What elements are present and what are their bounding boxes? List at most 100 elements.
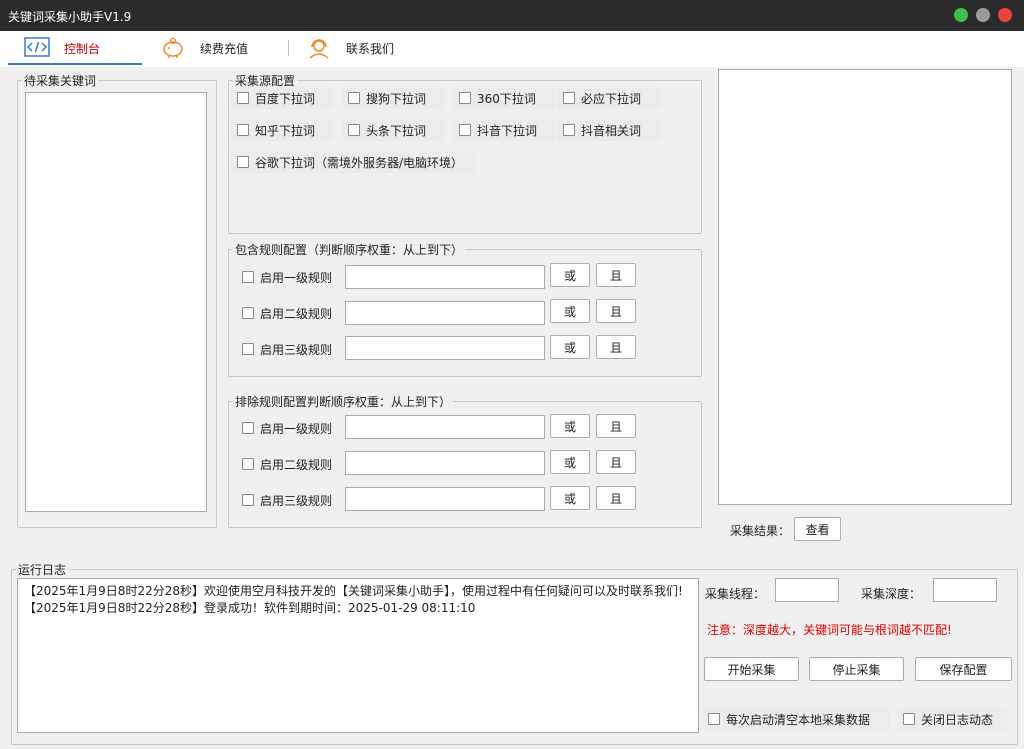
exclude-rule-2-checkbox[interactable]: 启用二级规则 bbox=[236, 453, 332, 475]
tab-console[interactable]: 控制台 bbox=[24, 31, 100, 65]
source-google-checkbox[interactable]: 谷歌下拉词（需境外服务器/电脑环境） bbox=[231, 151, 475, 173]
checkbox-box[interactable] bbox=[237, 92, 249, 104]
checkbox-box[interactable] bbox=[242, 343, 254, 355]
results-label: 采集结果： bbox=[730, 524, 791, 538]
checkbox-label: 启用一级规则 bbox=[260, 421, 333, 436]
checkbox-box[interactable] bbox=[242, 494, 254, 506]
exclude-rule-2-or-button[interactable]: 或 bbox=[550, 450, 590, 474]
checkbox-box[interactable] bbox=[348, 124, 360, 136]
include-rule-2-and-button[interactable]: 且 bbox=[596, 299, 636, 323]
include-rule-3-input[interactable] bbox=[345, 336, 545, 360]
results-listbox[interactable] bbox=[718, 69, 1012, 505]
include-rule-1-input[interactable] bbox=[345, 265, 545, 289]
stop-collect-button[interactable]: 停止采集 bbox=[809, 657, 904, 681]
checkbox-label: 启用二级规则 bbox=[260, 457, 333, 472]
include-rule-1-or-button[interactable]: 或 bbox=[550, 263, 590, 287]
close-log-activity-checkbox[interactable]: 关闭日志动态 bbox=[897, 708, 1007, 730]
source-zhihu-checkbox[interactable]: 知乎下拉词 bbox=[231, 119, 333, 141]
include-rule-3-or-button[interactable]: 或 bbox=[550, 335, 590, 359]
exclude-rule-3-input[interactable] bbox=[345, 487, 545, 511]
checkbox-label: 搜狗下拉词 bbox=[366, 91, 427, 106]
include-rule-2-input[interactable] bbox=[345, 301, 545, 325]
checkbox-label: 启用三级规则 bbox=[260, 342, 333, 357]
checkbox-box[interactable] bbox=[563, 124, 575, 136]
checkbox-label: 抖音相关词 bbox=[581, 123, 642, 138]
threads-label: 采集线程： bbox=[705, 587, 766, 601]
checkbox-box[interactable] bbox=[242, 422, 254, 434]
title-bar: 关键词采集小助手V1.9 bbox=[0, 0, 1024, 31]
depth-input[interactable] bbox=[933, 578, 997, 602]
include-rule-3-checkbox[interactable]: 启用三级规则 bbox=[236, 338, 332, 360]
checkbox-box[interactable] bbox=[459, 92, 471, 104]
checkbox-label: 谷歌下拉词（需境外服务器/电脑环境） bbox=[255, 155, 464, 170]
piggy-bank-icon bbox=[163, 37, 183, 58]
checkbox-label: 抖音下拉词 bbox=[477, 123, 538, 138]
checkbox-label: 360下拉词 bbox=[477, 91, 536, 106]
checkbox-label: 必应下拉词 bbox=[581, 91, 642, 106]
checkbox-box[interactable] bbox=[348, 92, 360, 104]
checkbox-box[interactable] bbox=[563, 92, 575, 104]
source-toutiao-checkbox[interactable]: 头条下拉词 bbox=[342, 119, 444, 141]
tab-contact[interactable]: 联系我们 bbox=[306, 31, 394, 65]
source-360-checkbox[interactable]: 360下拉词 bbox=[453, 87, 555, 109]
main-panel: 待采集关键词 采集源配置 百度下拉词 搜狗下拉词 360下拉词 必应下拉词 知乎… bbox=[0, 67, 1024, 749]
exclude-rules-title: 排除规则配置判断顺序权重：从上到下） bbox=[235, 395, 452, 409]
checkbox-label: 头条下拉词 bbox=[366, 123, 427, 138]
source-douyin-checkbox[interactable]: 抖音下拉词 bbox=[453, 119, 555, 141]
start-collect-button[interactable]: 开始采集 bbox=[704, 657, 799, 681]
checkbox-box[interactable] bbox=[242, 458, 254, 470]
checkbox-box[interactable] bbox=[237, 124, 249, 136]
include-rule-2-or-button[interactable]: 或 bbox=[550, 299, 590, 323]
checkbox-box[interactable] bbox=[708, 713, 720, 725]
log-group-title: 运行日志 bbox=[18, 563, 67, 577]
clear-data-on-start-checkbox[interactable]: 每次启动清空本地采集数据 bbox=[702, 708, 890, 730]
tab-console-label: 控制台 bbox=[64, 41, 101, 56]
include-rule-3-and-button[interactable]: 且 bbox=[596, 335, 636, 359]
include-rule-1-checkbox[interactable]: 启用一级规则 bbox=[236, 266, 332, 288]
checkbox-box[interactable] bbox=[459, 124, 471, 136]
support-agent-icon bbox=[309, 39, 329, 59]
depth-warning: 注意：深度越大，关键词可能与根词越不匹配! bbox=[707, 623, 952, 637]
exclude-rule-1-checkbox[interactable]: 启用一级规则 bbox=[236, 417, 332, 439]
checkbox-label: 每次启动清空本地采集数据 bbox=[726, 712, 871, 727]
source-baidu-checkbox[interactable]: 百度下拉词 bbox=[231, 87, 333, 109]
exclude-rule-1-and-button[interactable]: 且 bbox=[596, 414, 636, 438]
exclude-rule-2-and-button[interactable]: 且 bbox=[596, 450, 636, 474]
log-textbox[interactable]: 【2025年1月9日8时22分28秒】欢迎使用空月科技开发的【关键词采集小助手】… bbox=[17, 578, 699, 733]
exclude-rule-3-and-button[interactable]: 且 bbox=[596, 486, 636, 510]
exclude-rule-3-checkbox[interactable]: 启用三级规则 bbox=[236, 489, 332, 511]
minimize-button[interactable] bbox=[976, 8, 990, 22]
menu-bar: 控制台 续费充值 联系我们 bbox=[0, 31, 1024, 67]
tab-recharge[interactable]: 续费充值 bbox=[160, 31, 248, 65]
keywords-textarea[interactable] bbox=[25, 92, 207, 512]
checkbox-box[interactable] bbox=[242, 307, 254, 319]
exclude-rule-3-or-button[interactable]: 或 bbox=[550, 486, 590, 510]
exclude-rule-2-input[interactable] bbox=[345, 451, 545, 475]
source-sogou-checkbox[interactable]: 搜狗下拉词 bbox=[342, 87, 444, 109]
checkbox-label: 关闭日志动态 bbox=[921, 712, 994, 727]
threads-input[interactable] bbox=[775, 578, 839, 602]
window-title: 关键词采集小助手V1.9 bbox=[8, 10, 132, 24]
checkbox-box[interactable] bbox=[242, 271, 254, 283]
log-line: 【2025年1月9日8时22分28秒】欢迎使用空月科技开发的【关键词采集小助手】… bbox=[24, 584, 683, 598]
tab-recharge-label: 续费充值 bbox=[200, 41, 249, 56]
exclude-rule-1-or-button[interactable]: 或 bbox=[550, 414, 590, 438]
tab-contact-label: 联系我们 bbox=[346, 41, 395, 56]
include-rule-1-and-button[interactable]: 且 bbox=[596, 263, 636, 287]
checkbox-label: 启用三级规则 bbox=[260, 493, 333, 508]
close-button[interactable] bbox=[998, 8, 1012, 22]
maximize-button[interactable] bbox=[954, 8, 968, 22]
checkbox-label: 启用二级规则 bbox=[260, 306, 333, 321]
save-config-button[interactable]: 保存配置 bbox=[915, 657, 1012, 681]
checkbox-box[interactable] bbox=[903, 713, 915, 725]
depth-label: 采集深度： bbox=[861, 587, 922, 601]
include-rules-title: 包含规则配置（判断顺序权重：从上到下） bbox=[235, 243, 464, 257]
source-bing-checkbox[interactable]: 必应下拉词 bbox=[557, 87, 661, 109]
checkbox-label: 百度下拉词 bbox=[255, 91, 316, 106]
checkbox-box[interactable] bbox=[237, 156, 249, 168]
exclude-rule-1-input[interactable] bbox=[345, 415, 545, 439]
include-rule-2-checkbox[interactable]: 启用二级规则 bbox=[236, 302, 332, 324]
source-douyin-related-checkbox[interactable]: 抖音相关词 bbox=[557, 119, 661, 141]
view-results-button[interactable]: 查看 bbox=[794, 517, 841, 541]
checkbox-label: 启用一级规则 bbox=[260, 270, 333, 285]
